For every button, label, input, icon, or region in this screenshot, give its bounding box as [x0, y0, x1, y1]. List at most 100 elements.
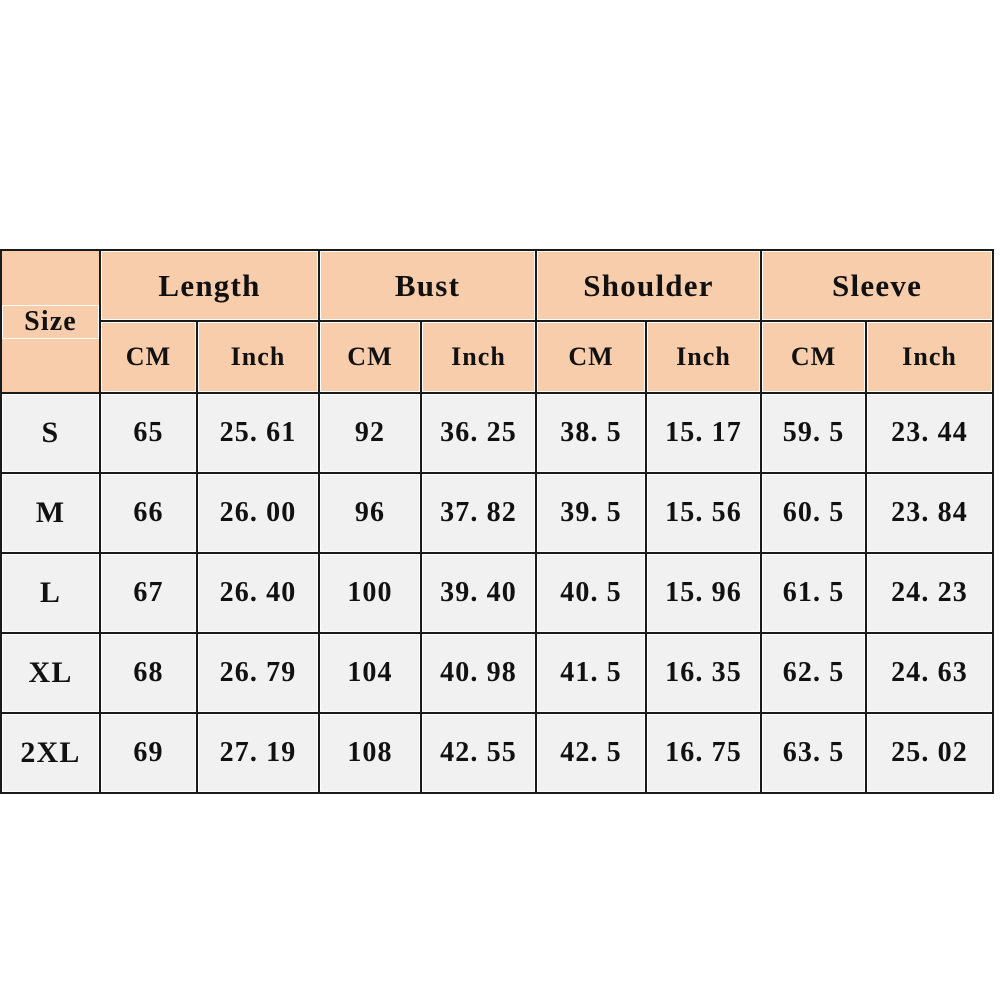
cell-length-cm: 66 — [99, 472, 198, 554]
cell-shoulder-cm-value: 42. 5 — [537, 714, 646, 792]
size-chart-table: Size Length Bust Shoulder Sleeve CM Inch… — [0, 249, 995, 794]
header-unit-length-inch: Inch — [196, 320, 320, 394]
cell-bust-cm: 96 — [318, 472, 422, 554]
cell-shoulder-cm: 40. 5 — [535, 552, 648, 634]
table-row: M 66 26. 00 96 37. 82 39. 5 15. 56 60. 5… — [0, 472, 995, 554]
cell-bust-cm: 104 — [318, 632, 422, 714]
cell-length-cm-value: 67 — [101, 554, 196, 632]
header-unit-bust-inch-label: Inch — [422, 322, 536, 392]
cell-bust-cm-value: 100 — [320, 554, 420, 632]
header-group-length: Length — [99, 249, 320, 322]
cell-bust-inch-value: 37. 82 — [422, 474, 536, 552]
header-unit-shoulder-inch-label: Inch — [647, 322, 761, 392]
cell-length-inch-value: 27. 19 — [198, 714, 318, 792]
header-group-bust: Bust — [317, 249, 538, 322]
cell-shoulder-inch-value: 15. 17 — [647, 394, 761, 472]
size-chart-container: Size Length Bust Shoulder Sleeve CM Inch… — [0, 249, 995, 794]
cell-bust-inch-value: 36. 25 — [422, 394, 536, 472]
header-unit-length-inch-label: Inch — [198, 322, 318, 392]
cell-shoulder-inch: 15. 96 — [645, 552, 763, 634]
header-unit-sleeve-inch-label: Inch — [867, 322, 993, 392]
header-unit-sleeve-inch: Inch — [865, 320, 995, 394]
cell-sleeve-cm-value: 59. 5 — [762, 394, 866, 472]
cell-length-cm: 69 — [99, 712, 198, 794]
header-unit-shoulder-inch: Inch — [645, 320, 763, 394]
header-unit-length-cm: CM — [99, 320, 198, 394]
cell-bust-cm: 108 — [318, 712, 422, 794]
cell-shoulder-cm-value: 38. 5 — [537, 394, 646, 472]
cell-length-inch-value: 25. 61 — [198, 394, 318, 472]
cell-bust-cm-value: 96 — [320, 474, 420, 552]
cell-size: 2XL — [0, 712, 101, 794]
cell-length-cm-value: 65 — [101, 394, 196, 472]
cell-size-value: L — [2, 554, 99, 632]
cell-bust-inch: 42. 55 — [419, 712, 538, 794]
cell-length-inch: 26. 79 — [196, 632, 320, 714]
header-row-groups: Size Length Bust Shoulder Sleeve — [0, 249, 995, 394]
cell-shoulder-cm-value: 39. 5 — [537, 474, 646, 552]
cell-sleeve-inch: 23. 44 — [865, 392, 995, 474]
cell-sleeve-inch: 24. 23 — [865, 552, 995, 634]
cell-shoulder-inch: 15. 56 — [645, 472, 763, 554]
header-unit-sleeve-cm: CM — [760, 320, 868, 394]
header-group-length-label: Length — [101, 251, 318, 320]
cell-shoulder-inch: 16. 35 — [645, 632, 763, 714]
cell-sleeve-inch-value: 23. 84 — [867, 474, 993, 552]
header-unit-sleeve-cm-label: CM — [762, 322, 866, 392]
cell-length-inch-value: 26. 79 — [198, 634, 318, 712]
header-group-sleeve: Sleeve — [760, 249, 995, 322]
cell-shoulder-inch: 15. 17 — [645, 392, 763, 474]
cell-shoulder-cm: 39. 5 — [535, 472, 648, 554]
cell-bust-cm-value: 108 — [320, 714, 420, 792]
cell-size-value: 2XL — [2, 714, 99, 792]
cell-bust-cm-value: 104 — [320, 634, 420, 712]
cell-shoulder-inch-value: 15. 96 — [647, 554, 761, 632]
header-group-shoulder: Shoulder — [535, 249, 763, 322]
cell-shoulder-inch-value: 16. 35 — [647, 634, 761, 712]
cell-sleeve-inch-value: 24. 23 — [867, 554, 993, 632]
cell-bust-inch-value: 42. 55 — [422, 714, 536, 792]
header-size-label: Size — [2, 304, 99, 339]
cell-length-inch-value: 26. 00 — [198, 474, 318, 552]
cell-sleeve-inch-value: 25. 02 — [867, 714, 993, 792]
cell-shoulder-inch-value: 15. 56 — [647, 474, 761, 552]
cell-sleeve-cm-value: 63. 5 — [762, 714, 866, 792]
cell-length-inch: 27. 19 — [196, 712, 320, 794]
cell-sleeve-inch: 23. 84 — [865, 472, 995, 554]
cell-length-inch: 26. 00 — [196, 472, 320, 554]
cell-size-value: XL — [2, 634, 99, 712]
header-unit-shoulder-cm-label: CM — [537, 322, 646, 392]
table-row: XL 68 26. 79 104 40. 98 41. 5 16. 35 62.… — [0, 632, 995, 714]
cell-shoulder-cm-value: 40. 5 — [537, 554, 646, 632]
table-body: S 65 25. 61 92 36. 25 38. 5 15. 17 59. 5… — [0, 392, 995, 794]
cell-bust-inch-value: 40. 98 — [422, 634, 536, 712]
cell-sleeve-inch-value: 24. 63 — [867, 634, 993, 712]
header-group-bust-label: Bust — [320, 251, 536, 320]
cell-sleeve-cm: 60. 5 — [760, 472, 868, 554]
header-row-units: CM Inch CM Inch CM Inch CM Inch — [1, 320, 995, 394]
cell-bust-cm: 92 — [318, 392, 422, 474]
header-unit-bust-cm: CM — [318, 320, 422, 394]
cell-length-cm-value: 68 — [101, 634, 196, 712]
header-unit-length-cm-label: CM — [101, 322, 196, 392]
cell-bust-cm: 100 — [318, 552, 422, 634]
cell-shoulder-inch: 16. 75 — [645, 712, 763, 794]
cell-length-cm-value: 66 — [101, 474, 196, 552]
cell-bust-cm-value: 92 — [320, 394, 420, 472]
cell-length-inch-value: 26. 40 — [198, 554, 318, 632]
cell-bust-inch: 40. 98 — [419, 632, 538, 714]
header-group-sleeve-label: Sleeve — [762, 251, 993, 320]
cell-size: XL — [0, 632, 101, 714]
cell-sleeve-cm-value: 62. 5 — [762, 634, 866, 712]
cell-sleeve-cm-value: 61. 5 — [762, 554, 866, 632]
cell-shoulder-cm-value: 41. 5 — [537, 634, 646, 712]
header-unit-shoulder-cm: CM — [535, 320, 648, 394]
cell-length-cm-value: 69 — [101, 714, 196, 792]
cell-size: M — [0, 472, 101, 554]
cell-sleeve-cm: 63. 5 — [760, 712, 868, 794]
cell-length-cm: 68 — [99, 632, 198, 714]
cell-bust-inch: 39. 40 — [419, 552, 538, 634]
cell-sleeve-cm: 61. 5 — [760, 552, 868, 634]
cell-length-cm: 65 — [99, 392, 198, 474]
cell-sleeve-inch: 25. 02 — [865, 712, 995, 794]
